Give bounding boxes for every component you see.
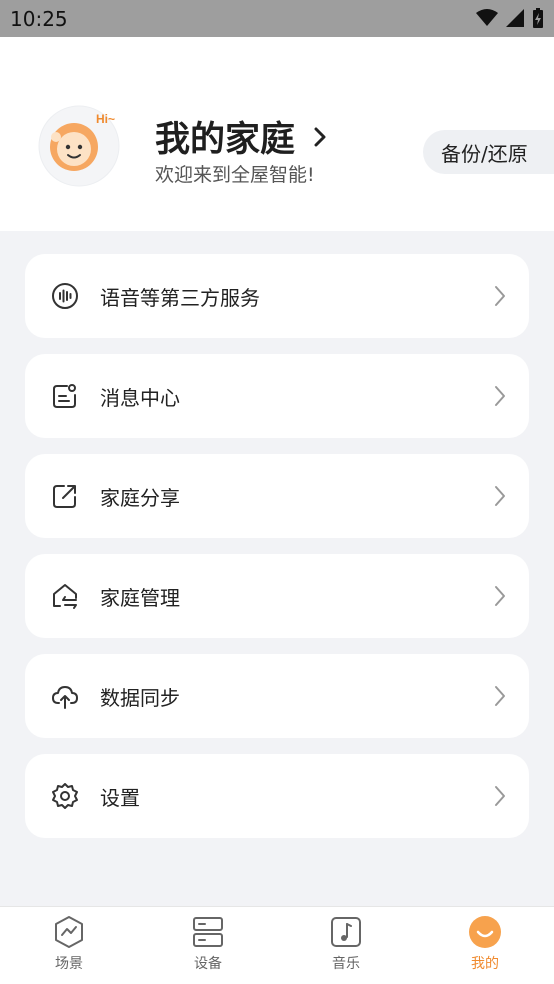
tab-label: 设备 <box>194 956 222 972</box>
battery-icon <box>533 8 543 28</box>
avatar[interactable]: Hi~ <box>38 105 120 187</box>
music-icon <box>331 917 361 947</box>
menu-item-label: 设置 <box>100 785 140 810</box>
tab-label: 场景 <box>55 956 83 972</box>
chevron-right-icon <box>495 486 505 506</box>
menu-item-home-management[interactable]: 家庭管理 <box>25 554 529 638</box>
menu-item-label: 消息中心 <box>100 385 180 410</box>
chevron-right-icon <box>495 786 505 806</box>
menu-item-home-share[interactable]: 家庭分享 <box>25 454 529 538</box>
menu-item-label: 家庭管理 <box>100 585 180 610</box>
avatar-badge: Hi~ <box>96 112 115 126</box>
chevron-right-icon <box>495 286 505 306</box>
bottom-tab-bar: 场景 设备 音乐 我的 <box>0 906 554 984</box>
backup-restore-button[interactable]: 备份/还原 <box>423 130 554 174</box>
tab-label: 我的 <box>471 956 499 972</box>
home-title-text: 我的家庭 <box>155 120 296 160</box>
menu-item-label: 语音等第三方服务 <box>100 285 260 310</box>
device-icon <box>193 917 223 947</box>
voice-wave-icon <box>52 283 78 309</box>
chevron-right-icon <box>495 686 505 706</box>
status-icons <box>476 8 544 28</box>
cloud-upload-icon <box>52 686 78 709</box>
menu-list: 语音等第三方服务 消息中心 家庭分享 家庭管理 数据同步 设置 <box>25 254 529 854</box>
chevron-right-icon <box>495 586 505 606</box>
welcome-subtitle: 欢迎来到全屋智能! <box>155 164 315 186</box>
menu-item-label: 数据同步 <box>100 685 180 710</box>
tab-scene[interactable]: 场景 <box>29 915 109 973</box>
status-time: 10:25 <box>10 7 68 31</box>
message-icon <box>53 384 76 408</box>
signal-icon <box>506 9 524 27</box>
home-manage-icon <box>53 584 77 609</box>
chevron-right-icon <box>314 127 326 146</box>
menu-item-data-sync[interactable]: 数据同步 <box>25 654 529 738</box>
tab-device[interactable]: 设备 <box>168 915 248 973</box>
chevron-right-icon <box>495 386 505 406</box>
tab-mine[interactable]: 我的 <box>445 915 525 973</box>
scene-icon <box>55 916 83 948</box>
menu-item-voice-services[interactable]: 语音等第三方服务 <box>25 254 529 338</box>
home-title[interactable]: 我的家庭 <box>155 111 327 162</box>
wifi-icon <box>476 9 498 26</box>
tab-music[interactable]: 音乐 <box>306 915 386 973</box>
status-bar: 10:25 <box>0 0 554 37</box>
menu-item-settings[interactable]: 设置 <box>25 754 529 838</box>
menu-item-message-center[interactable]: 消息中心 <box>25 354 529 438</box>
smile-icon <box>469 916 501 948</box>
share-icon <box>53 485 76 508</box>
gear-icon <box>52 783 78 809</box>
profile-header: Hi~ 我的家庭 欢迎来到全屋智能! 备份/还原 <box>0 37 554 231</box>
tab-label: 音乐 <box>332 956 360 972</box>
menu-item-label: 家庭分享 <box>100 485 180 510</box>
